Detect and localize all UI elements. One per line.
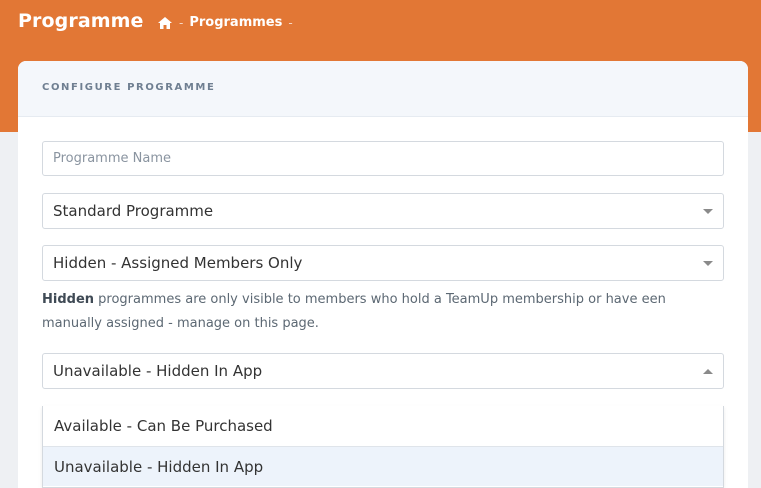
availability-option-available[interactable]: Available - Can Be Purchased: [43, 406, 723, 446]
chevron-down-icon: [703, 209, 713, 214]
home-icon[interactable]: [157, 16, 173, 30]
visibility-help-body: programmes are only visible to members w…: [42, 292, 666, 331]
chevron-down-icon: [703, 261, 713, 266]
page-title: Programme: [18, 10, 144, 32]
availability-value: Unavailable - Hidden In App: [53, 362, 263, 380]
programme-name-input[interactable]: [53, 151, 713, 166]
availability-select[interactable]: Unavailable - Hidden In App: [42, 353, 724, 389]
availability-dropdown: Available - Can Be Purchased Unavailable…: [42, 406, 724, 488]
visibility-value: Hidden - Assigned Members Only: [53, 254, 303, 272]
card-header: CONFIGURE PROGRAMME: [18, 61, 748, 117]
visibility-select[interactable]: Hidden - Assigned Members Only: [42, 245, 724, 281]
card-title: CONFIGURE PROGRAMME: [42, 82, 216, 93]
programme-type-select[interactable]: Standard Programme: [42, 193, 724, 229]
breadcrumb-separator: -: [179, 15, 184, 30]
programme-name-field[interactable]: [42, 141, 724, 176]
chevron-up-icon: [703, 369, 713, 374]
breadcrumb-separator: -: [288, 15, 293, 30]
programme-type-value: Standard Programme: [53, 202, 214, 220]
availability-option-unavailable[interactable]: Unavailable - Hidden In App: [43, 446, 723, 486]
breadcrumb: - Programmes -: [157, 15, 293, 30]
visibility-help-bold: Hidden: [42, 292, 95, 307]
visibility-help-text: Hidden programmes are only visible to me…: [42, 288, 722, 336]
breadcrumb-programmes[interactable]: Programmes: [189, 15, 282, 30]
